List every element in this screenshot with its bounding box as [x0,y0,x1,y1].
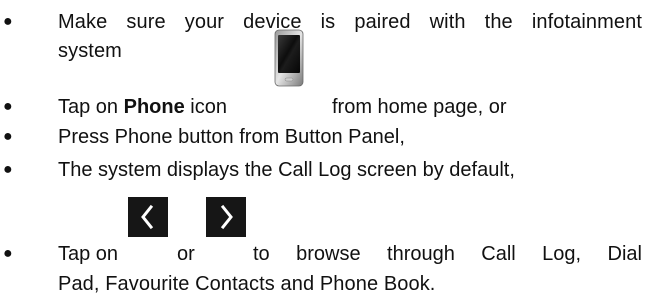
item-5-suffix: to browse through Call Log, Dial [253,243,642,265]
document-body: ● Make sure your device is paired with t… [0,0,648,305]
item-1-line-1: Make sure your device is paired with the… [58,11,642,33]
item-4-text: The system displays the Call Log screen … [58,159,515,181]
next-button[interactable] [206,197,246,237]
phone-bold-label: Phone [123,96,185,118]
item-2-prefix: Tap on Phone icon [58,96,227,118]
bullet: ● [3,161,13,178]
phone-device-icon[interactable] [274,28,304,87]
bullet: ● [3,245,13,262]
item-5-line-2: Pad, Favourite Contacts and Phone Book. [58,273,436,295]
previous-button[interactable] [128,197,168,237]
bullet: ● [3,128,13,145]
item-5-or: or [177,243,195,265]
item-2-suffix: from home page, or [332,96,507,118]
chevron-right-icon [206,197,246,237]
item-1-line-2: system [58,40,122,62]
bullet: ● [3,13,13,30]
bullet: ● [3,98,13,115]
item-5-prefix: Tap on [58,243,119,265]
item-3-text: Press Phone button from Button Panel, [58,126,405,148]
chevron-left-icon [128,197,168,237]
